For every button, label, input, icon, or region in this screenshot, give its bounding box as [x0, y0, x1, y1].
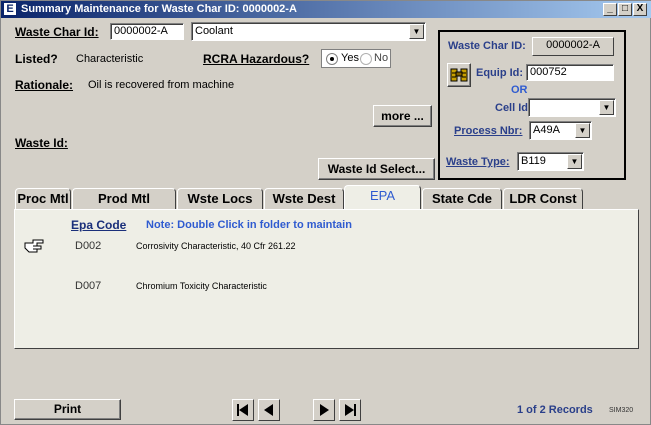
tab-ldr-const[interactable]: LDR Const — [503, 188, 583, 210]
rcra-yes-label: Yes — [341, 52, 359, 64]
rcra-no-radio[interactable] — [360, 53, 372, 65]
tab-wste-locs[interactable]: Wste Locs — [177, 188, 263, 210]
next-record-button[interactable] — [313, 399, 335, 421]
binoculars-icon — [450, 68, 468, 82]
waste-char-id-field[interactable]: 0000002-A — [110, 23, 184, 40]
panel-waste-char-id-label: Waste Char ID: — [448, 40, 526, 52]
epa-description: Chromium Toxicity Characteristic — [136, 281, 267, 291]
rcra-radio-group: Yes No — [321, 49, 391, 68]
tab-epa[interactable]: EPA — [344, 185, 421, 211]
epa-code: D007 — [75, 280, 102, 292]
screen-code: SIM320 — [609, 407, 634, 414]
previous-record-icon — [264, 404, 273, 416]
cell-id-combo[interactable]: ▼ — [528, 98, 616, 117]
rcra-yes-radio[interactable] — [326, 53, 338, 65]
print-button[interactable]: Print — [14, 399, 121, 420]
rationale-value: Oil is recovered from machine — [88, 79, 235, 91]
chevron-down-icon[interactable]: ▼ — [567, 154, 582, 169]
listed-label: Listed? — [15, 52, 58, 66]
epa-description: Corrosivity Characteristic, 40 Cfr 261.2… — [136, 241, 296, 251]
minimize-button[interactable]: _ — [603, 3, 617, 16]
tab-proc-mtl[interactable]: Proc Mtl — [15, 188, 71, 210]
tab-wste-dest[interactable]: Wste Dest — [264, 188, 344, 210]
window-title: Summary Maintenance for Waste Char ID: 0… — [21, 3, 297, 15]
close-button[interactable]: X — [633, 3, 647, 16]
or-label: OR — [511, 84, 528, 96]
epa-code: D002 — [75, 240, 102, 252]
previous-record-button[interactable] — [258, 399, 280, 421]
waste-description-combo[interactable]: Coolant ▼ — [191, 22, 426, 41]
waste-id-select-button[interactable]: Waste Id Select... — [318, 158, 435, 180]
process-nbr-label: Process Nbr: — [454, 125, 523, 137]
first-record-button[interactable] — [232, 399, 254, 421]
more-button[interactable]: more ... — [373, 105, 432, 127]
tab-state-cde[interactable]: State Cde — [422, 188, 502, 210]
process-nbr-combo[interactable]: A49A ▼ — [529, 121, 592, 140]
next-record-icon — [320, 404, 329, 416]
waste-char-id-label: Waste Char Id: — [15, 25, 99, 39]
rationale-label: Rationale: — [15, 78, 74, 92]
process-nbr-value: A49A — [533, 124, 560, 136]
rcra-hazardous-label: RCRA Hazardous? — [203, 52, 310, 66]
equipment-lookup-button[interactable] — [447, 63, 471, 87]
title-bar[interactable]: E Summary Maintenance for Waste Char ID:… — [1, 1, 651, 18]
summary-maintenance-window: E Summary Maintenance for Waste Char ID:… — [0, 0, 651, 425]
epa-code-column-header: Epa Code — [71, 218, 127, 232]
pointing-hand-icon — [23, 235, 45, 255]
epa-maintain-note: Note: Double Click in folder to maintain — [146, 219, 352, 231]
waste-type-combo[interactable]: B119 ▼ — [517, 152, 584, 171]
waste-id-label: Waste Id: — [15, 136, 68, 150]
waste-description-value: Coolant — [195, 25, 233, 37]
waste-type-label: Waste Type: — [446, 156, 510, 168]
first-record-icon — [237, 404, 248, 416]
maximize-button[interactable]: □ — [618, 3, 632, 16]
last-record-icon — [345, 404, 356, 416]
listed-value: Characteristic — [76, 53, 144, 65]
chevron-down-icon[interactable]: ▼ — [599, 100, 614, 115]
equip-id-label: Equip Id: — [476, 67, 524, 79]
panel-waste-char-id-field: 0000002-A — [532, 37, 614, 56]
last-record-button[interactable] — [339, 399, 361, 421]
chevron-down-icon[interactable]: ▼ — [409, 24, 424, 39]
waste-type-value: B119 — [521, 155, 546, 167]
tab-prod-mtl[interactable]: Prod Mtl — [72, 188, 176, 210]
equipment-panel: Waste Char ID: 0000002-A Equip Id: 00075… — [438, 30, 626, 180]
epa-tab-panel: Epa Code Note: Double Click in folder to… — [14, 209, 639, 349]
cell-id-label: Cell Id: — [495, 102, 532, 114]
rcra-no-label: No — [374, 52, 389, 64]
record-status: 1 of 2 Records — [517, 404, 593, 416]
chevron-down-icon[interactable]: ▼ — [575, 123, 590, 138]
app-icon: E — [3, 2, 17, 16]
equip-id-field[interactable]: 000752 — [526, 64, 614, 81]
